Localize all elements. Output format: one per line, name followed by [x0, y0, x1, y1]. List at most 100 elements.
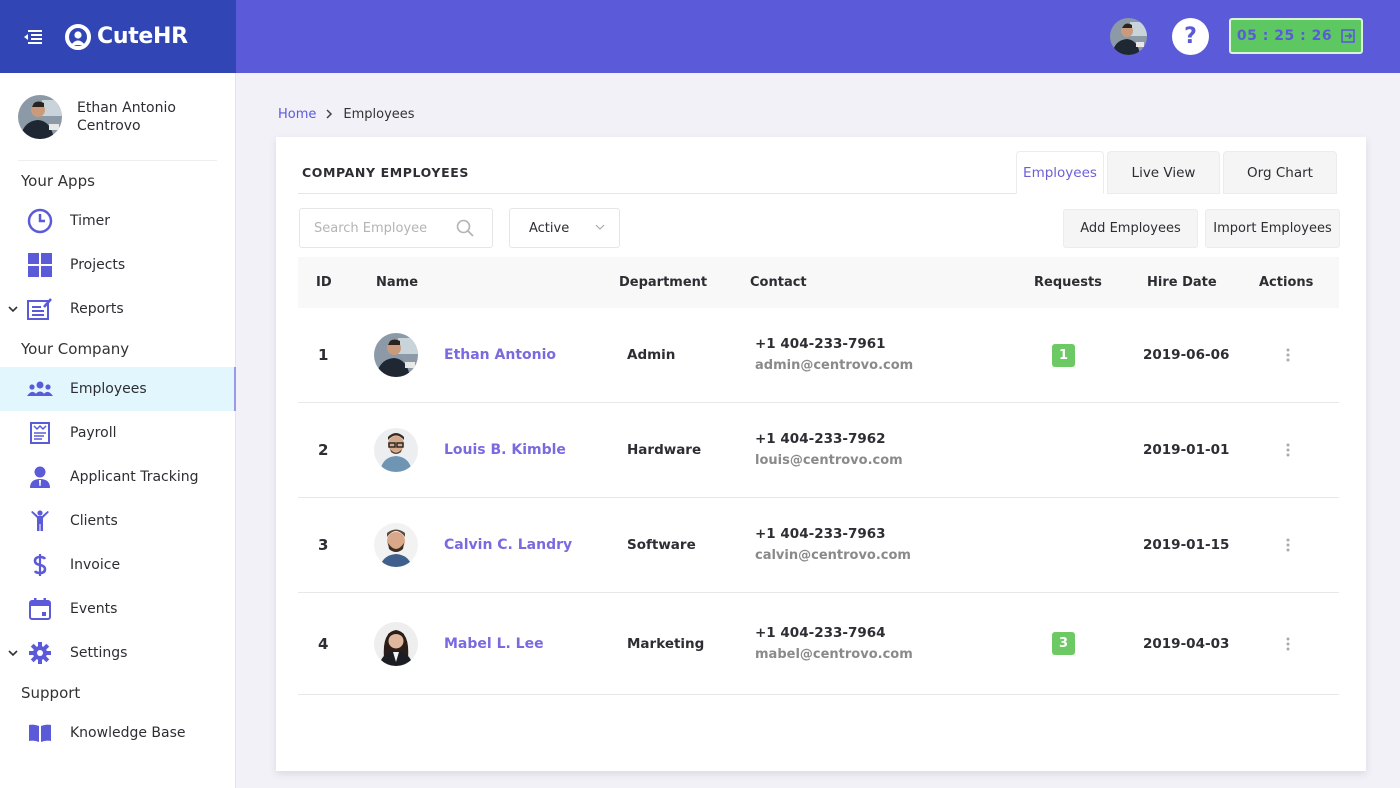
gear-icon [27, 640, 53, 666]
chevron-down-icon[interactable] [8, 647, 20, 660]
requests-badge[interactable]: 1 [1052, 343, 1075, 367]
sidebar-item-label: Payroll [70, 425, 117, 441]
import-employees-button[interactable]: Import Employees [1205, 209, 1340, 248]
page-title: COMPANY EMPLOYEES [302, 165, 469, 180]
sidebar-item-label: Knowledge Base [70, 725, 186, 741]
add-employees-button[interactable]: Add Employees [1063, 209, 1198, 248]
breadcrumb-home-link[interactable]: Home [278, 107, 316, 122]
column-header-id[interactable]: ID [316, 257, 332, 308]
search-icon[interactable] [456, 219, 474, 237]
user-avatar-button[interactable] [1110, 18, 1147, 55]
search-input[interactable] [314, 220, 450, 236]
employee-email[interactable]: admin@centrovo.com [755, 355, 913, 377]
column-header-name[interactable]: Name [376, 257, 418, 308]
search-box[interactable] [299, 208, 493, 248]
sidebar: Ethan Antonio Centrovo Your Apps Timer P… [0, 73, 236, 788]
employee-department: Hardware [627, 442, 702, 458]
section-your-apps: Your Apps [21, 172, 95, 190]
sidebar-item-applicant-tracking[interactable]: Applicant Tracking [0, 455, 235, 499]
sidebar-item-timer[interactable]: Timer [0, 199, 235, 243]
employee-id: 2 [318, 441, 329, 459]
employee-contact: +1 404-233-7963 calvin@centrovo.com [755, 498, 911, 592]
sidebar-item-label: Timer [70, 213, 111, 229]
sidebar-item-employees[interactable]: Employees [0, 367, 236, 411]
sidebar-item-clients[interactable]: Clients [0, 499, 235, 543]
employee-name-link[interactable]: Calvin C. Landry [444, 537, 572, 553]
help-icon: ? [1184, 24, 1197, 49]
employee-contact: +1 404-233-7964 mabel@centrovo.com [755, 593, 913, 694]
status-filter-select[interactable]: Active [509, 208, 620, 248]
employee-phone: +1 404-233-7962 [755, 431, 886, 447]
tab-employees[interactable]: Employees [1016, 151, 1104, 194]
actions-cell [1280, 308, 1296, 402]
column-header-contact[interactable]: Contact [750, 257, 807, 308]
clock-out-icon [1341, 29, 1355, 43]
menu-collapse-button[interactable] [21, 28, 43, 46]
status-filter-value: Active [529, 220, 570, 236]
sidebar-profile[interactable]: Ethan Antonio Centrovo [18, 73, 217, 161]
column-header-requests[interactable]: Requests [1034, 257, 1102, 308]
more-actions-icon[interactable] [1280, 438, 1296, 462]
profile-company: Centrovo [77, 117, 141, 134]
column-header-department[interactable]: Department [619, 257, 707, 308]
employee-department: Admin [627, 347, 676, 363]
employee-phone: +1 404-233-7961 [755, 336, 886, 352]
sidebar-item-label: Projects [70, 257, 126, 273]
chevron-down-icon[interactable] [8, 303, 20, 316]
employee-email[interactable]: mabel@centrovo.com [755, 644, 913, 666]
section-your-company: Your Company [21, 340, 130, 358]
column-header-hire-date[interactable]: Hire Date [1147, 257, 1217, 308]
user-tie-icon [27, 464, 53, 490]
help-button[interactable]: ? [1172, 18, 1209, 55]
sidebar-item-label: Invoice [70, 557, 121, 573]
more-actions-icon[interactable] [1280, 632, 1296, 656]
sidebar-item-invoice[interactable]: Invoice [0, 543, 235, 587]
profile-avatar-image [18, 94, 62, 139]
table-row: 1 Ethan Antonio Admin +1 404-233-7961 ad… [298, 308, 1339, 403]
employee-avatar-cell [374, 498, 418, 592]
employee-id: 4 [318, 634, 329, 653]
chevron-right-icon [326, 108, 333, 122]
employee-name-link[interactable]: Ethan Antonio [444, 347, 556, 363]
employee-avatar[interactable] [374, 333, 418, 377]
table-header: ID Name Department Contact Requests Hire… [298, 257, 1339, 308]
sidebar-item-label: Reports [70, 301, 124, 317]
employee-id: 3 [318, 536, 329, 554]
employee-hire-date: 2019-06-06 [1143, 347, 1230, 363]
tab-live-view[interactable]: Live View [1107, 151, 1220, 194]
chevron-down-icon [595, 224, 605, 230]
employee-name-link[interactable]: Mabel L. Lee [444, 636, 544, 652]
employee-avatar[interactable] [374, 428, 418, 472]
requests-badge[interactable]: 3 [1052, 632, 1075, 655]
actions-cell [1280, 498, 1296, 592]
employee-id: 1 [318, 346, 329, 364]
calendar-icon [27, 596, 53, 622]
sidebar-item-settings[interactable]: Settings [0, 631, 235, 675]
employee-name-link[interactable]: Louis B. Kimble [444, 442, 566, 458]
employee-hire-date: 2019-04-03 [1143, 635, 1230, 652]
view-tabs: Employees Live View Org Chart [1016, 151, 1337, 194]
more-actions-icon[interactable] [1280, 343, 1296, 367]
table-row: 2 Louis B. Kimble Hardware +1 404-233-79… [298, 403, 1339, 498]
employee-department: Software [627, 537, 696, 553]
requests-cell: 3 [1052, 593, 1075, 694]
sidebar-item-projects[interactable]: Projects [0, 243, 235, 287]
employee-avatar[interactable] [374, 621, 418, 666]
sidebar-item-label: Events [70, 601, 118, 617]
app-logo[interactable]: CuteHR [65, 23, 188, 50]
employee-avatar[interactable] [374, 523, 418, 567]
employees-card: COMPANY EMPLOYEES Employees Live View Or… [276, 137, 1366, 771]
sidebar-item-reports[interactable]: Reports [0, 287, 235, 331]
employee-name-cell: Louis B. Kimble [444, 403, 566, 497]
employee-email[interactable]: louis@centrovo.com [755, 450, 903, 472]
sidebar-item-payroll[interactable]: Payroll [0, 411, 235, 455]
sidebar-item-label: Applicant Tracking [70, 469, 199, 485]
sidebar-item-events[interactable]: Events [0, 587, 235, 631]
employee-avatar-cell [374, 308, 418, 402]
employee-email[interactable]: calvin@centrovo.com [755, 545, 911, 567]
sidebar-item-knowledge-base[interactable]: Knowledge Base [0, 711, 235, 755]
more-actions-icon[interactable] [1280, 533, 1296, 557]
time-clock-button[interactable]: 05 : 25 : 26 [1229, 18, 1363, 54]
top-bar: ? 05 : 25 : 26 [236, 0, 1400, 73]
tab-org-chart[interactable]: Org Chart [1223, 151, 1337, 194]
